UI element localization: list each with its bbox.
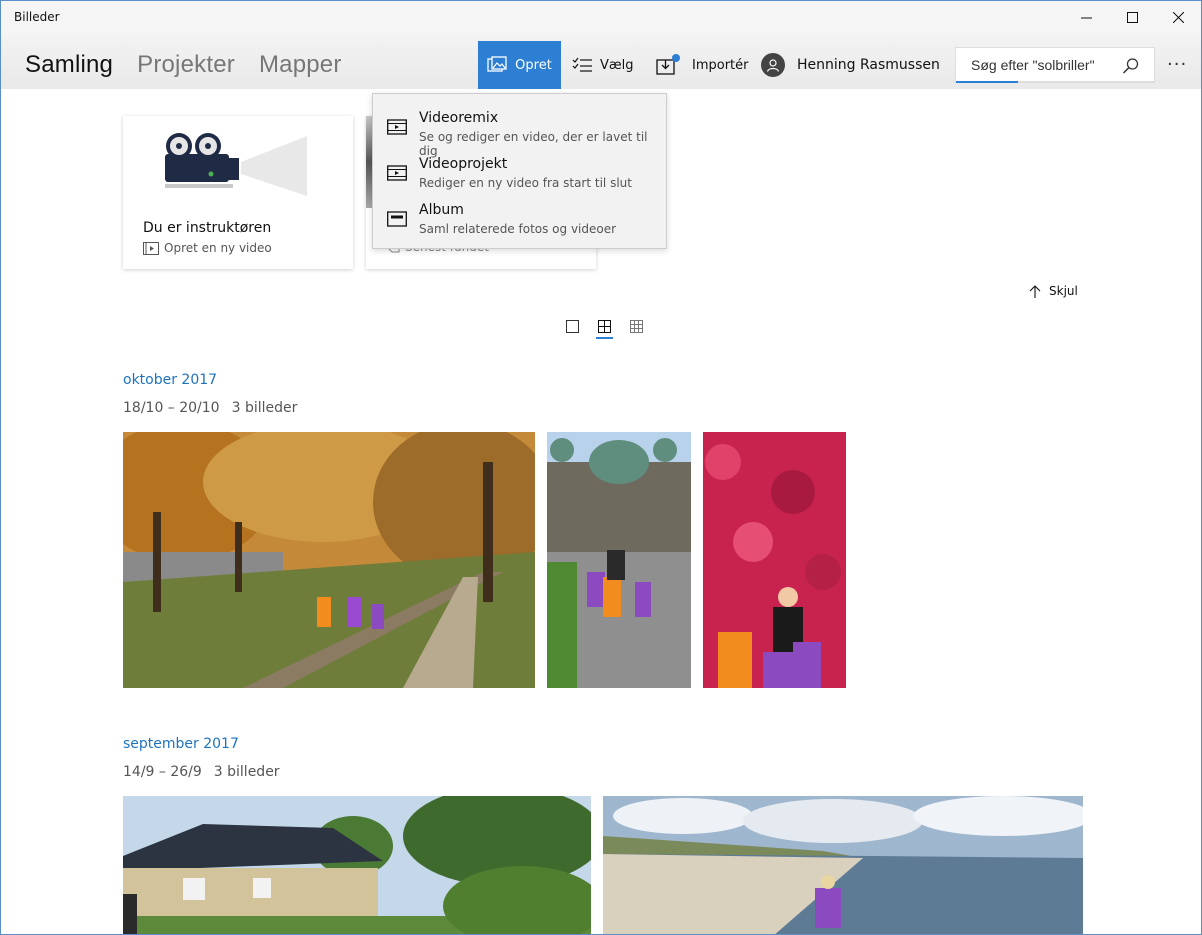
view-medium-button[interactable] [596,319,613,339]
video-remix-icon [387,119,407,135]
nav-samling[interactable]: Samling [25,51,113,79]
search-input[interactable] [956,48,1121,82]
group-range: 18/10 – 20/10 3 billeder [123,400,309,416]
select-button[interactable]: Vælg [572,41,634,89]
minimize-button[interactable] [1063,1,1109,33]
photo-count: 3 billeder [231,400,298,416]
card-title: Du er instruktøren [143,220,272,236]
hide-button[interactable]: Skjul [1029,284,1078,298]
close-icon [1172,11,1184,23]
user-account-button[interactable]: Henning Rasmussen [761,41,940,89]
date-range: 14/9 – 26/9 [123,764,202,780]
create-button[interactable]: Opret [478,41,561,89]
video-project-icon [387,165,407,181]
group-range: 14/9 – 26/9 3 billeder [123,764,292,780]
photo-house[interactable] [123,796,591,934]
create-menu: Videoremix Se og rediger en video, der e… [372,93,667,249]
person-icon [766,59,780,72]
album-icon [387,211,407,227]
create-icon [487,56,507,72]
import-icon [656,54,680,75]
user-name: Henning Rasmussen [797,57,940,73]
red-ivy-photo [703,432,846,688]
main-nav: Samling Projekter Mapper [25,51,366,79]
grid-3x3-icon [630,320,643,333]
video-camera-icon [165,133,307,196]
photo-beach[interactable] [603,796,1083,934]
search-box [955,47,1155,83]
minimize-icon [1080,17,1092,18]
select-button-label: Vælg [600,57,634,73]
group-month-heading[interactable]: oktober 2017 [123,372,217,388]
maximize-button[interactable] [1109,1,1155,33]
photo-cathedral[interactable] [547,432,691,688]
card-subtitle: Opret en ny video [143,241,272,255]
view-size-toggle [565,319,645,339]
grid-2x2-icon [598,320,611,333]
photo-park-path[interactable] [123,432,535,688]
search-focus-underline [956,81,1018,83]
date-range: 18/10 – 20/10 [123,400,220,416]
cathedral-photo [547,432,691,688]
active-view-underline [596,337,613,339]
search-icon[interactable] [1122,57,1140,75]
checklist-icon [572,57,592,72]
import-button[interactable]: Importér [656,41,749,89]
arrow-up-icon [1029,284,1041,298]
menu-item-videoprojekt[interactable]: Videoprojekt Rediger en ny video fra sta… [373,152,666,198]
import-button-label: Importér [692,57,749,73]
house-photo [123,796,591,934]
nav-projekter[interactable]: Projekter [137,51,235,79]
menu-item-videoremix[interactable]: Videoremix Se og rediger en video, der e… [373,106,666,158]
park-photo [123,432,535,688]
avatar [761,53,785,77]
photos-app-window: Billeder Samling Projekter Mapper Opret [0,0,1202,935]
photo-count: 3 billeder [213,764,280,780]
close-button[interactable] [1155,1,1201,33]
create-video-card[interactable]: Du er instruktøren Opret en ny video [123,116,353,269]
app-header: Samling Projekter Mapper Opret Vælg Impo… [1,34,1201,89]
single-square-icon [566,320,579,333]
create-button-label: Opret [515,57,552,73]
group-month-heading[interactable]: september 2017 [123,736,239,752]
view-small-button[interactable] [629,319,645,335]
view-large-button[interactable] [565,319,581,335]
photo-red-ivy[interactable] [703,432,846,688]
app-title: Billeder [14,10,60,24]
video-project-icon [143,241,159,255]
more-icon: ··· [1167,54,1188,75]
title-bar: Billeder [1,1,1201,34]
nav-mapper[interactable]: Mapper [259,51,342,79]
more-options-button[interactable]: ··· [1167,54,1187,75]
maximize-icon [1126,11,1138,23]
menu-item-album[interactable]: Album Saml relaterede fotos og videoer [373,198,666,244]
beach-photo [603,796,1083,934]
